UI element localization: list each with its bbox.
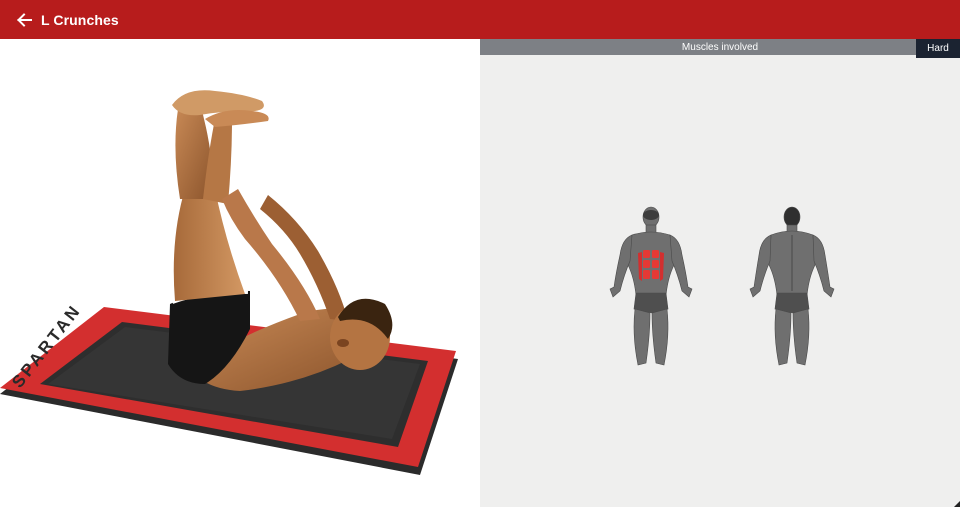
front-body-figure — [609, 206, 693, 366]
page-title: L Crunches — [41, 11, 119, 28]
difficulty-badge: Hard — [916, 39, 960, 58]
app-bar: L Crunches — [0, 0, 960, 39]
corner-resize-mark — [954, 501, 960, 507]
muscles-panel: Muscles involved Hard — [480, 39, 960, 507]
back-button[interactable] — [13, 9, 35, 31]
arrow-left-icon — [17, 12, 32, 27]
exercise-illustration-panel: SPARTAN — [0, 39, 480, 507]
back-body-figure — [749, 206, 835, 366]
muscles-header: Muscles involved — [480, 39, 960, 55]
exercise-illustration: SPARTAN — [0, 90, 458, 475]
